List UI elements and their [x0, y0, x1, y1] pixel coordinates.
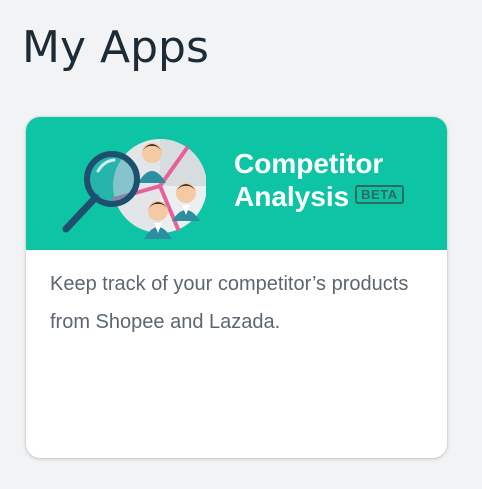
app-card-title: Competitor Analysis BETA [234, 147, 404, 213]
app-card-banner: Competitor Analysis BETA [26, 117, 447, 250]
app-card-title-line1: Competitor [234, 148, 384, 179]
app-card-description: Keep track of your competitor’s products… [50, 273, 409, 333]
beta-badge: BETA [355, 185, 404, 205]
app-card-title-line2: Analysis BETA [234, 180, 404, 213]
app-card-competitor-analysis[interactable]: Competitor Analysis BETA Keep track of yo… [26, 117, 447, 458]
page-title: My Apps [22, 22, 209, 73]
competitor-analysis-illustration [62, 139, 206, 239]
app-card-title-line2-text: Analysis [234, 181, 350, 212]
